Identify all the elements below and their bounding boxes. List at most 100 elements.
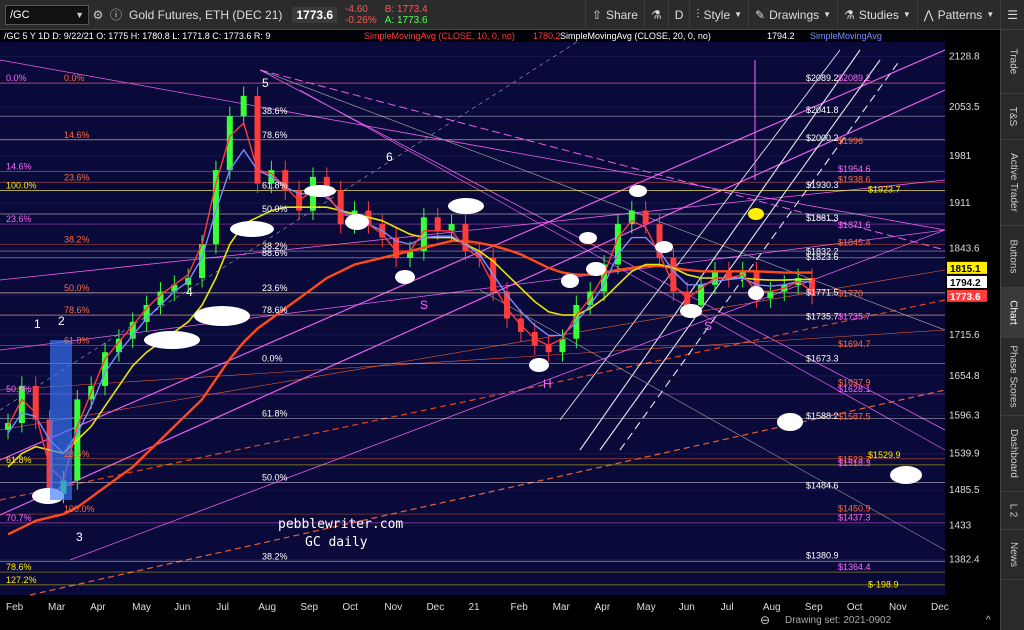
menu-button[interactable]: ☰: [1000, 0, 1024, 30]
watermark-caption: GC daily: [305, 535, 368, 550]
wave-label: 1: [34, 317, 41, 331]
pivot-marker: [748, 208, 764, 220]
price-chart[interactable]: 1 2 3 4 5 6 S S H 0.0% 0.0% 38.6% 78.6% 14.6% 14.6% 23…: [0, 30, 1000, 630]
wave-label: H: [543, 377, 552, 391]
pivot-marker: [395, 270, 415, 284]
x-tick-label: May: [132, 602, 151, 613]
change-pct: -0.26%: [345, 14, 377, 26]
drawings-button[interactable]: ✎ Drawings ▼: [748, 0, 837, 30]
pivot-marker: [579, 232, 597, 244]
tab-times-sales[interactable]: T&S: [1001, 94, 1024, 140]
tab-buttons[interactable]: Buttons: [1001, 226, 1024, 288]
x-tick-label: Sep: [805, 602, 823, 613]
chevron-down-icon: ▼: [734, 10, 743, 19]
caret-up-icon[interactable]: ^: [986, 615, 991, 626]
fib-level-label: 0.0%: [262, 354, 283, 364]
price-level-label: $1881.3: [806, 213, 839, 223]
pencil-icon: ✎: [755, 7, 766, 22]
fib-level-label: 23.6%: [64, 172, 90, 182]
zoom-out-icon[interactable]: ⊖: [760, 613, 770, 627]
sma10-label: SimpleMovingAvg (CLOSE, 10, 0, no): [364, 31, 515, 41]
tab-chart[interactable]: Chart: [1001, 288, 1024, 338]
period-label: D: [674, 7, 684, 22]
studies-label: Studies: [858, 7, 899, 22]
tab-news[interactable]: News: [1001, 530, 1024, 580]
x-tick-label: May: [637, 602, 656, 613]
fib-level-label: 50.0%: [262, 204, 288, 214]
pivot-marker: [890, 466, 922, 484]
pivot-marker: [680, 304, 702, 318]
pivot-marker: [777, 413, 803, 431]
candle-body: [545, 345, 552, 353]
wave-label: 4: [186, 285, 193, 299]
tab-dashboard[interactable]: Dashboard: [1001, 416, 1024, 492]
x-tick-label: Jul: [216, 602, 229, 613]
fib-level-label: 61.8%: [6, 455, 32, 465]
price-level-label: $1996: [838, 136, 863, 146]
patterns-button[interactable]: ⋀ Patterns ▼: [916, 0, 1000, 30]
candle-body: [5, 423, 11, 430]
price-flag-label: 1794.2: [950, 278, 981, 289]
pivot-marker: [529, 358, 549, 372]
style-button[interactable]: ⫶ Style ▼: [689, 0, 748, 30]
x-tick-label: Dec: [426, 602, 444, 613]
x-tick-label: Mar: [553, 602, 571, 613]
chevron-down-icon: ▼: [986, 10, 995, 19]
price-level-label: $2089.2: [838, 73, 871, 83]
gear-icon[interactable]: ⚙: [89, 8, 107, 22]
candle-body: [767, 291, 774, 299]
studies-button[interactable]: ⚗ Studies ▼: [837, 0, 917, 30]
change-value: -4.60: [345, 3, 368, 15]
tab-label: Active Trader: [1007, 153, 1019, 212]
fib-level-label: 0.0%: [64, 73, 85, 83]
sma20-value: 1794.2: [767, 31, 795, 41]
chevron-down-icon: ▼: [75, 9, 84, 20]
price-level-label: $1770: [838, 288, 863, 298]
price-level-label: $-198.9: [868, 580, 899, 590]
tab-phase-scores[interactable]: Phase Scores: [1001, 338, 1024, 416]
bid-value: B: 1773.4: [384, 3, 428, 15]
share-label: Share: [605, 7, 638, 22]
symbol-selector[interactable]: /GC ▼: [5, 4, 89, 25]
fib-level-label: 78.6%: [6, 562, 32, 572]
candle-body: [434, 217, 441, 231]
chart-app: /GC ▼ ⚙ ⓘ Gold Futures, ETH (DEC 21) 1773…: [0, 0, 1024, 630]
tab-level-2[interactable]: L 2: [1001, 492, 1024, 530]
info-icon[interactable]: ⓘ: [107, 6, 125, 23]
flask-button[interactable]: ⚗: [643, 0, 668, 30]
y-tick-label: 2053.5: [949, 102, 980, 113]
price-level-label: $1529.9: [868, 450, 901, 460]
style-label: Style: [703, 7, 731, 22]
fib-level-label: 61.8%: [64, 335, 90, 345]
bid-ask: B: 1773.4 A: 1773.6: [385, 4, 428, 26]
fib-level-label: 78.6%: [262, 305, 288, 315]
candle-body: [448, 224, 455, 231]
drawings-label: Drawings: [769, 7, 820, 22]
sma10-value: 1780.2: [533, 31, 561, 41]
pivot-marker: [655, 241, 673, 253]
fib-level-label: 127.2%: [6, 575, 37, 585]
price-level-label: $1735.7: [806, 311, 839, 321]
x-tick-label: Feb: [511, 602, 529, 613]
watermark-site: pebblewriter.com: [278, 517, 403, 532]
plot-background: [0, 30, 945, 595]
wave-label: 2: [58, 314, 65, 328]
tab-trade[interactable]: Trade: [1001, 30, 1024, 94]
fib-level-label: 38.6%: [262, 106, 288, 116]
share-button[interactable]: ⇧ Share: [584, 0, 644, 30]
sma3-label: SimpleMovingAvg: [810, 31, 882, 41]
right-sidebar: Trade T&S Active Trader Buttons Chart Ph…: [1000, 30, 1024, 630]
price-level-label: $1484.6: [806, 481, 839, 491]
x-tick-label: Dec: [931, 602, 949, 613]
price-level-label: $1364.4: [838, 562, 871, 572]
price-level-label: $1628.1: [838, 384, 871, 394]
price-level-label: $1380.9: [806, 551, 839, 561]
period-button[interactable]: D: [667, 0, 690, 30]
tab-active-trader[interactable]: Active Trader: [1001, 140, 1024, 226]
pivot-marker: [144, 331, 200, 349]
chart-area[interactable]: 1 2 3 4 5 6 S S H 0.0% 0.0% 38.6% 78.6% 14.6% 14.6% 23…: [0, 30, 1000, 630]
price-level-label: $2041.8: [806, 105, 839, 115]
candle-body: [337, 190, 344, 225]
price-level-label: $1694.7: [838, 339, 871, 349]
tab-label: Chart: [1007, 300, 1019, 325]
